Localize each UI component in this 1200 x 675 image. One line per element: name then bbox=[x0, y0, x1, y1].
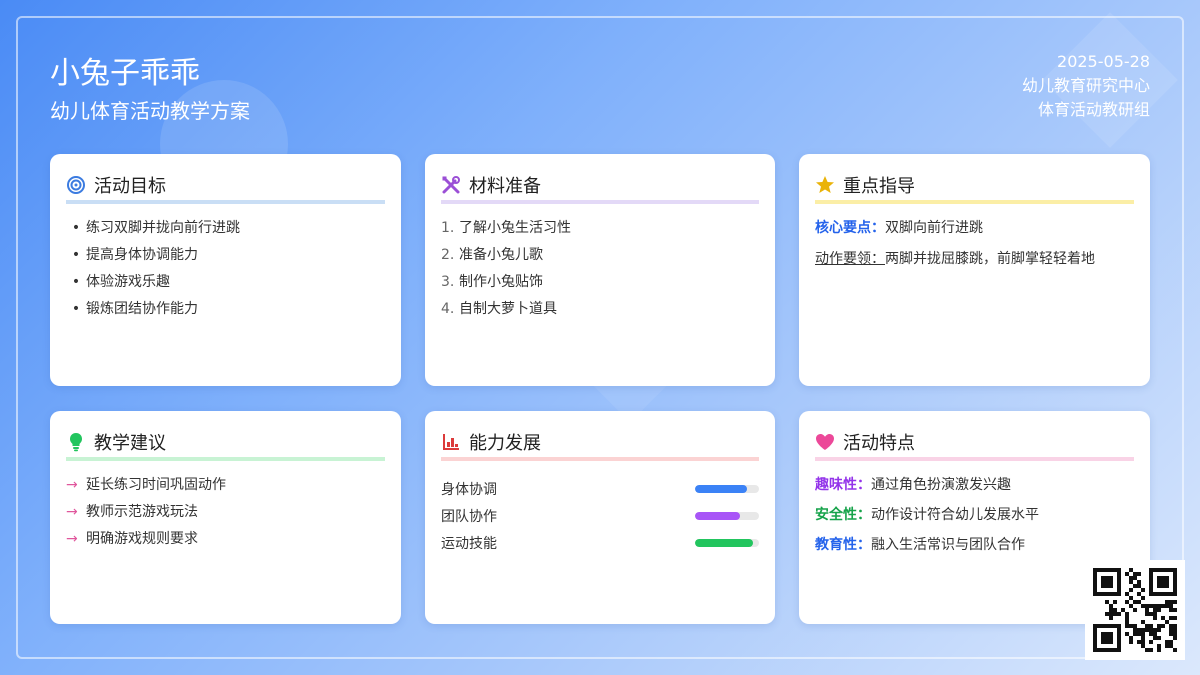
star-icon bbox=[815, 175, 835, 195]
target-icon bbox=[66, 175, 86, 195]
feature-item: 安全性：动作设计符合幼儿发展水平 bbox=[815, 507, 1039, 523]
skill-bar bbox=[695, 484, 759, 493]
guidance-core: 核心要点：双脚向前行进跳 bbox=[815, 220, 983, 236]
suggestions-list: → 延长练习时间巩固动作 → 教师示范游戏玩法 → 明确游戏规则要求 bbox=[66, 475, 385, 556]
list-item: 3. 制作小兔贴饰 bbox=[441, 274, 543, 290]
header-group: 体育活动教研组 bbox=[1037, 100, 1150, 119]
list-item: 1. 了解小兔生活习性 bbox=[441, 220, 571, 236]
list-item: 4. 自制大萝卜道具 bbox=[441, 301, 557, 317]
goals-list: • 练习双脚并拢向前行进跳 • 提高身体协调能力 • 体验游戏乐趣 • 锻炼团结协作能力 bbox=[66, 218, 385, 326]
bar-chart-icon bbox=[441, 432, 461, 452]
card-goals-title: 活动目标 bbox=[94, 176, 166, 197]
list-item: → 教师示范游戏玩法 bbox=[66, 504, 198, 520]
lightbulb-icon bbox=[66, 432, 86, 452]
card-suggestions: 教学建议 → 延长练习时间巩固动作 → 教师示范游戏玩法 → 明确游戏规则要求 bbox=[50, 411, 401, 624]
qr-code-image bbox=[1093, 568, 1177, 652]
card-materials: 材料准备 1. 了解小兔生活习性 2. 准备小兔儿歌 3. 制作小兔贴饰 4. 自制大萝… bbox=[425, 154, 775, 386]
skill-bar bbox=[695, 538, 759, 547]
skills-list: 身体协调 团队协作 运动技能 bbox=[441, 475, 759, 556]
list-item: • 练习双脚并拢向前行进跳 bbox=[71, 220, 240, 236]
skill-row: 身体协调 bbox=[441, 475, 759, 502]
card-abilities: 能力发展 身体协调 团队协作 运动技能 bbox=[425, 411, 775, 624]
qr-code bbox=[1085, 560, 1185, 660]
card-abilities-header: 能力发展 bbox=[441, 429, 759, 461]
card-goals: 活动目标 • 练习双脚并拢向前行进跳 • 提高身体协调能力 • 体验游戏乐趣 • 锻炼团… bbox=[50, 154, 401, 386]
card-abilities-title: 能力发展 bbox=[469, 433, 541, 454]
card-goals-header: 活动目标 bbox=[66, 172, 385, 204]
page-subtitle: 幼儿体育活动教学方案 bbox=[50, 99, 250, 123]
card-suggestions-title: 教学建议 bbox=[94, 433, 166, 454]
card-guidance-title: 重点指导 bbox=[843, 176, 915, 197]
header-date: 2025-05-28 bbox=[1057, 52, 1150, 71]
tools-icon bbox=[441, 175, 461, 195]
list-item: → 延长练习时间巩固动作 bbox=[66, 477, 226, 493]
list-item: • 锻炼团结协作能力 bbox=[71, 301, 198, 317]
list-item: • 体验游戏乐趣 bbox=[71, 274, 170, 290]
feature-item: 教育性：融入生活常识与团队合作 bbox=[815, 537, 1025, 553]
list-item: • 提高身体协调能力 bbox=[71, 247, 198, 263]
header-org: 幼儿教育研究中心 bbox=[1021, 76, 1150, 95]
guidance-action: 动作要领：两脚并拢屈膝跳，前脚掌轻轻着地 bbox=[815, 251, 1095, 267]
header-meta: 2025-05-28 幼儿教育研究中心 体育活动教研组 bbox=[1022, 50, 1150, 122]
feature-item: 趣味性：通过角色扮演激发兴趣 bbox=[815, 477, 1011, 493]
card-materials-header: 材料准备 bbox=[441, 172, 759, 204]
skill-bar bbox=[695, 511, 759, 520]
card-features-header: 活动特点 bbox=[815, 429, 1134, 461]
list-item: → 明确游戏规则要求 bbox=[66, 531, 198, 547]
skill-row: 团队协作 bbox=[441, 502, 759, 529]
heart-icon bbox=[815, 432, 835, 452]
page-title: 小兔子乖乖 bbox=[50, 56, 200, 91]
skill-row: 运动技能 bbox=[441, 529, 759, 556]
card-features-title: 活动特点 bbox=[843, 433, 915, 454]
list-item: 2. 准备小兔儿歌 bbox=[441, 247, 543, 263]
card-materials-title: 材料准备 bbox=[469, 176, 541, 197]
card-guidance-header: 重点指导 bbox=[815, 172, 1134, 204]
card-suggestions-header: 教学建议 bbox=[66, 429, 385, 461]
materials-list: 1. 了解小兔生活习性 2. 准备小兔儿歌 3. 制作小兔贴饰 4. 自制大萝卜道具 bbox=[441, 218, 759, 326]
card-guidance: 重点指导 核心要点：双脚向前行进跳 动作要领：两脚并拢屈膝跳，前脚掌轻轻着地 bbox=[799, 154, 1150, 386]
